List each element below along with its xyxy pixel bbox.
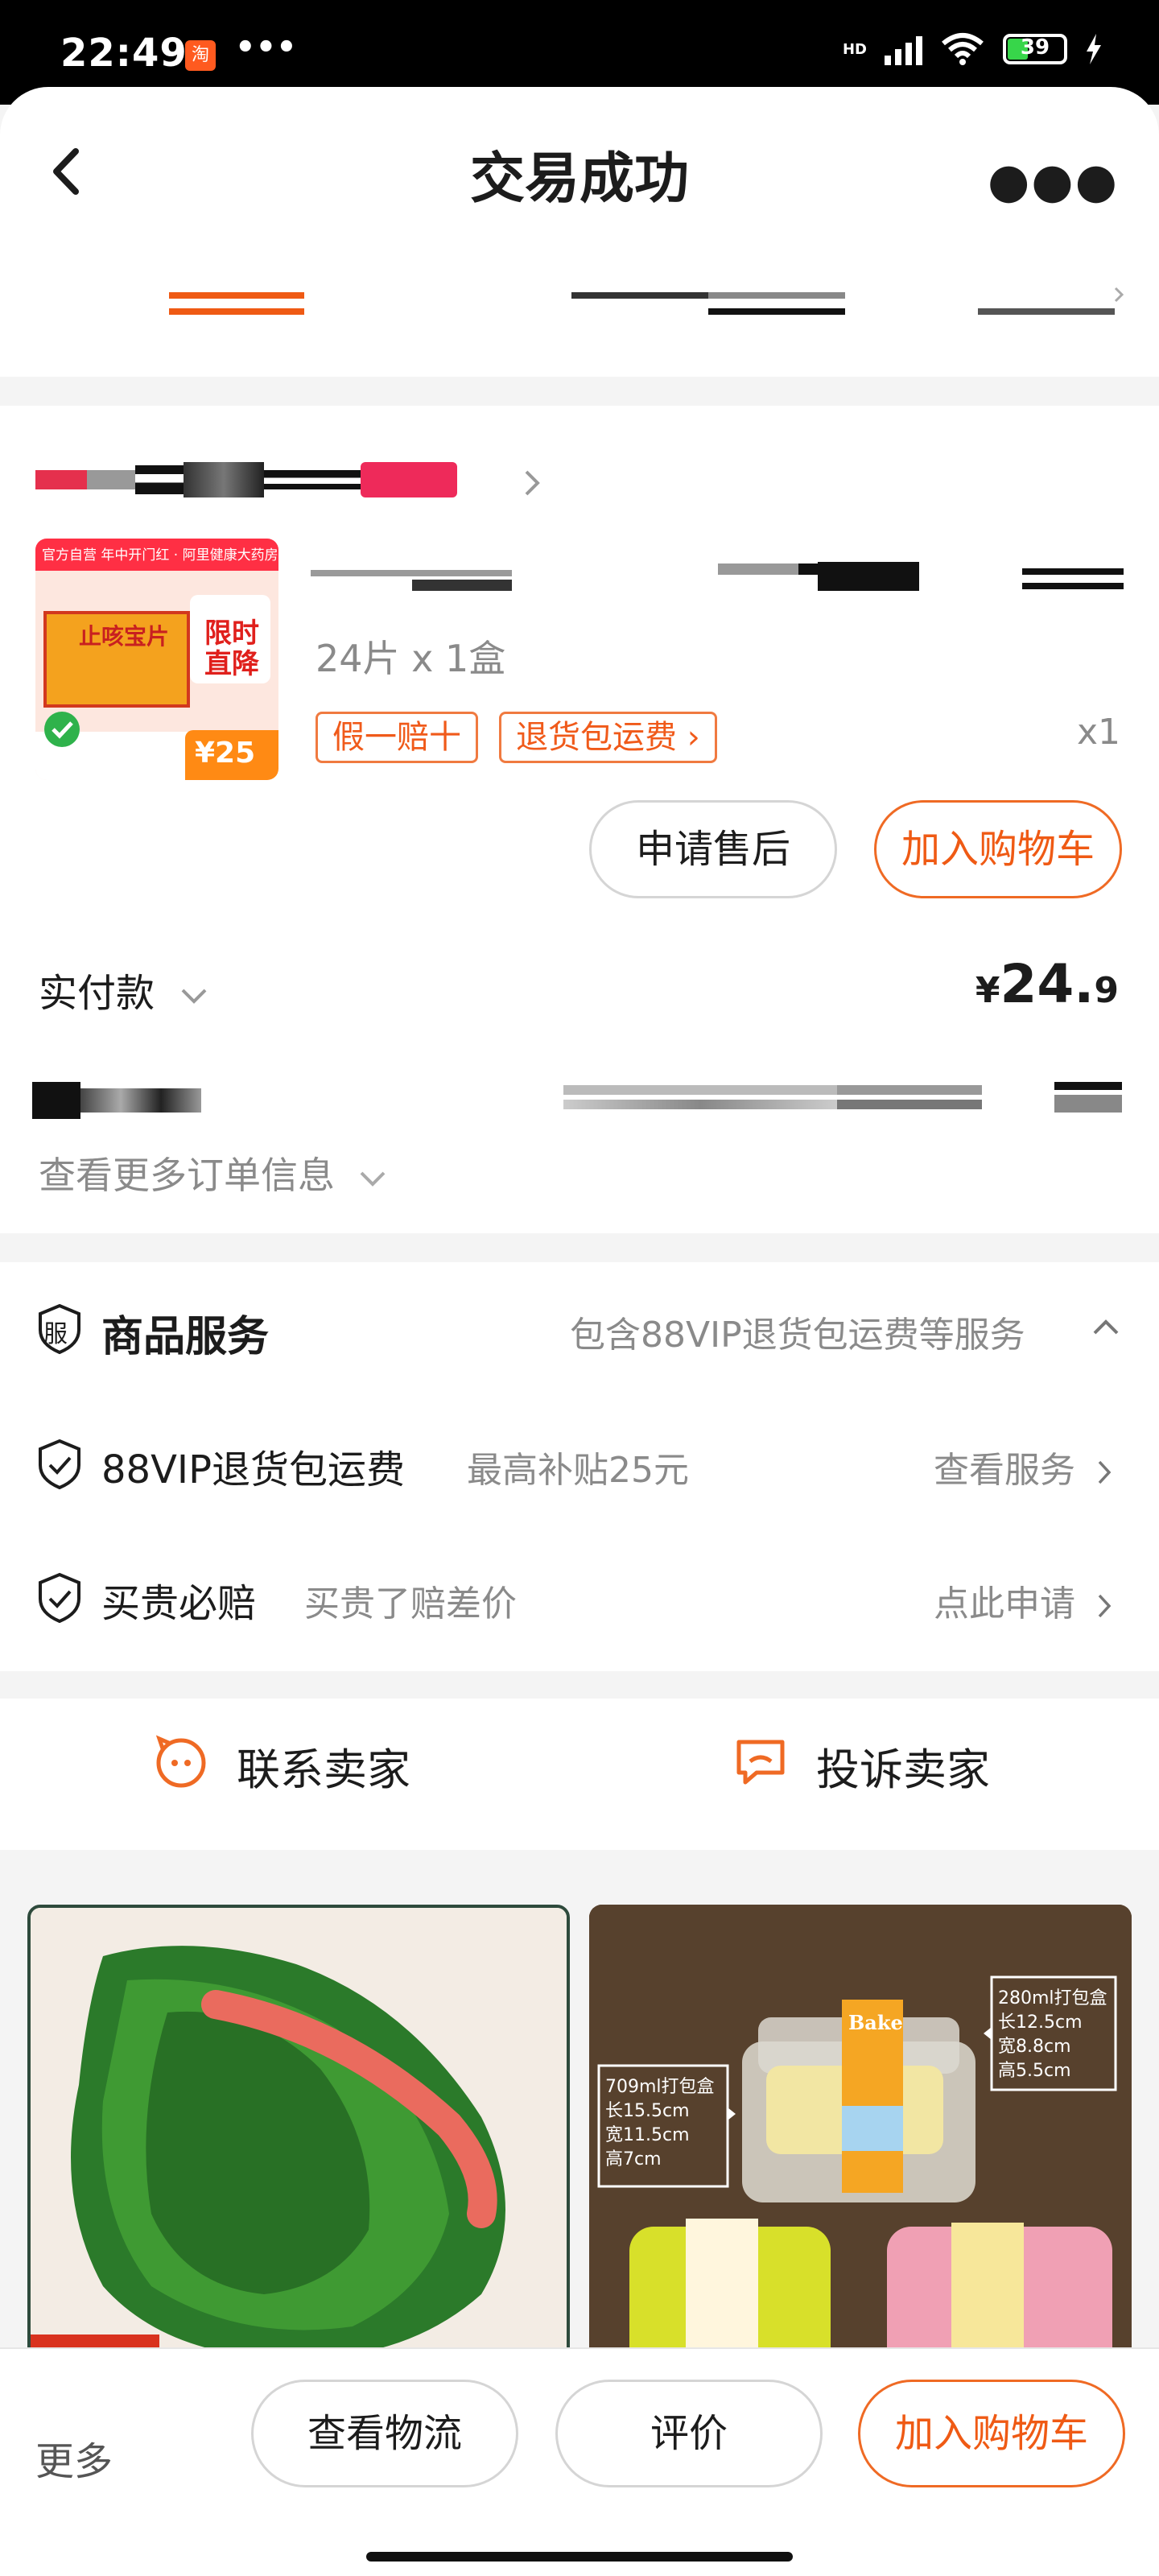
service-item-subtitle: 买贵了赔差价 (304, 1583, 517, 1624)
product-quantity: x1 (1076, 712, 1120, 753)
more-order-info-link[interactable]: 查看更多订单信息 (39, 1146, 389, 1199)
product-image-label: 止咳宝片 (79, 623, 170, 650)
quality-check-icon (44, 712, 80, 747)
page-title: 交易成功 (469, 147, 689, 211)
complaint-bubble-icon (736, 1740, 785, 1785)
service-item-price-guarantee[interactable]: 买贵必赔 买贵了赔差价 点此申请 (0, 1549, 1159, 1645)
review-button[interactable]: 评价 (555, 2380, 823, 2487)
recommendation-item-seaweed[interactable] (27, 1905, 570, 2372)
view-service-link[interactable]: 查看服务 (934, 1441, 1114, 1492)
progress-chevron-icon (1114, 287, 1124, 303)
apply-claim-text: 点此申请 (934, 1583, 1075, 1624)
status-time: 22:49 (60, 31, 188, 76)
wifi-icon (942, 33, 984, 65)
chevron-up-icon (1093, 1319, 1119, 1335)
services-summary: 包含88VIP退货包运费等服务 (570, 1315, 1025, 1356)
chevron-down-icon (181, 989, 207, 1004)
box-label-709ml-length: 长15.5cm (605, 2101, 690, 2121)
free-return-tag[interactable]: 退货包运费 › (499, 712, 717, 763)
view-logistics-button[interactable]: 查看物流 (251, 2380, 518, 2487)
chat-face-icon (155, 1735, 206, 1788)
order-card: 官方自营 年中开门红 · 阿里健康大药房 止咳宝片 限时 直降 ¥25 24片 … (0, 406, 1159, 1233)
box-label-280ml-height: 高5.5cm (998, 2061, 1071, 2081)
more-options-icon[interactable]: ●●● (988, 153, 1119, 209)
services-card: 服 商品服务 包含88VIP退货包运费等服务 88VIP退货包运费 最高补贴25… (0, 1262, 1159, 1671)
price-decimal: 9 (1094, 970, 1119, 1011)
shop-name-redacted[interactable] (35, 462, 540, 501)
chevron-right-icon (1098, 1460, 1112, 1484)
view-service-text: 查看服务 (934, 1450, 1075, 1491)
chevron-right-icon (1098, 1594, 1112, 1618)
apply-claim-link[interactable]: 点此申请 (934, 1575, 1114, 1626)
product-image-promo-2: 直降 (204, 648, 259, 680)
bottom-action-bar: 更多 查看物流 评价 加入购物车 (0, 2347, 1159, 2576)
recommendation-item-cake-boxes[interactable]: Bake 280ml打包盒 长12.5cm 宽8.8cm 高5.5cm 709m… (589, 1905, 1132, 2372)
paid-amount: ¥24.9 (975, 953, 1119, 1015)
complain-seller-label: 投诉卖家 (816, 1744, 990, 1795)
logistics-progress[interactable] (161, 287, 1127, 341)
service-item-title: 88VIP退货包运费 (101, 1447, 406, 1492)
box-label-709ml-height: 高7cm (605, 2149, 662, 2169)
network-type: HD (842, 40, 867, 58)
services-title: 商品服务 (101, 1313, 270, 1361)
contact-seller-button[interactable]: 联系卖家 (153, 1699, 443, 1850)
add-to-cart-button[interactable]: 加入购物车 (874, 800, 1122, 898)
box-brand-label: Bake (848, 2011, 903, 2034)
order-header: 交易成功 ●●● (0, 87, 1159, 377)
complain-seller-button[interactable]: 投诉卖家 (732, 1699, 1022, 1850)
box-label-280ml-length: 长12.5cm (998, 2013, 1083, 2033)
currency-symbol: ¥ (975, 970, 1000, 1011)
product-spec: 24片 x 1盒 (316, 637, 506, 680)
signal-icon (885, 33, 922, 65)
taobao-app-icon: 淘 (185, 40, 216, 71)
product-image-price: ¥25 (195, 737, 256, 770)
shield-check-icon (39, 1439, 80, 1490)
contact-seller-label: 联系卖家 (237, 1744, 410, 1795)
shop-chevron-icon (525, 470, 540, 496)
more-order-info-text: 查看更多订单信息 (39, 1154, 335, 1197)
services-header[interactable]: 服 商品服务 包含88VIP退货包运费等服务 (0, 1280, 1159, 1377)
box-label-709ml-title: 709ml打包盒 (605, 2077, 715, 2097)
home-indicator[interactable] (366, 2552, 793, 2562)
product-image[interactable]: 官方自营 年中开门红 · 阿里健康大药房 止咳宝片 限时 直降 ¥25 (35, 539, 278, 780)
box-label-280ml-title: 280ml打包盒 (998, 1988, 1107, 2008)
fake-compensation-tag[interactable]: 假一赔十 (316, 712, 478, 763)
box-label-280ml-width: 宽8.8cm (998, 2037, 1071, 2057)
paid-amount-label[interactable]: 实付款 (39, 961, 210, 1018)
status-right-group: HD 39 (843, 32, 1103, 66)
seaweed-image (31, 1908, 567, 2368)
price-integer: 24. (1000, 953, 1095, 1015)
service-item-title: 买贵必赔 (101, 1581, 257, 1626)
box-label-709ml-width: 宽11.5cm (605, 2125, 690, 2145)
product-image-banner: 官方自营 年中开门红 · 阿里健康大药房 (42, 547, 278, 564)
shield-check-icon (39, 1572, 80, 1624)
paid-label-text: 实付款 (39, 971, 155, 1016)
contact-card: 联系卖家 投诉卖家 (0, 1699, 1159, 1850)
service-item-return-shipping[interactable]: 88VIP退货包运费 最高补贴25元 查看服务 (0, 1415, 1159, 1512)
more-actions-link[interactable]: 更多 (35, 2429, 113, 2486)
status-more-icon: ••• (235, 29, 297, 66)
service-item-subtitle: 最高补贴25元 (467, 1450, 689, 1491)
after-sale-button[interactable]: 申请售后 (589, 800, 837, 898)
battery-level: 39 (1020, 35, 1050, 60)
battery-icon: 39 (1003, 34, 1067, 64)
order-info-redacted (32, 1082, 1127, 1122)
charging-icon (1087, 34, 1101, 64)
chevron-down-icon (360, 1171, 386, 1187)
product-title-redacted[interactable] (311, 559, 1124, 607)
bottom-add-to-cart-button[interactable]: 加入购物车 (858, 2380, 1125, 2487)
service-shield-text: 服 (43, 1320, 68, 1348)
